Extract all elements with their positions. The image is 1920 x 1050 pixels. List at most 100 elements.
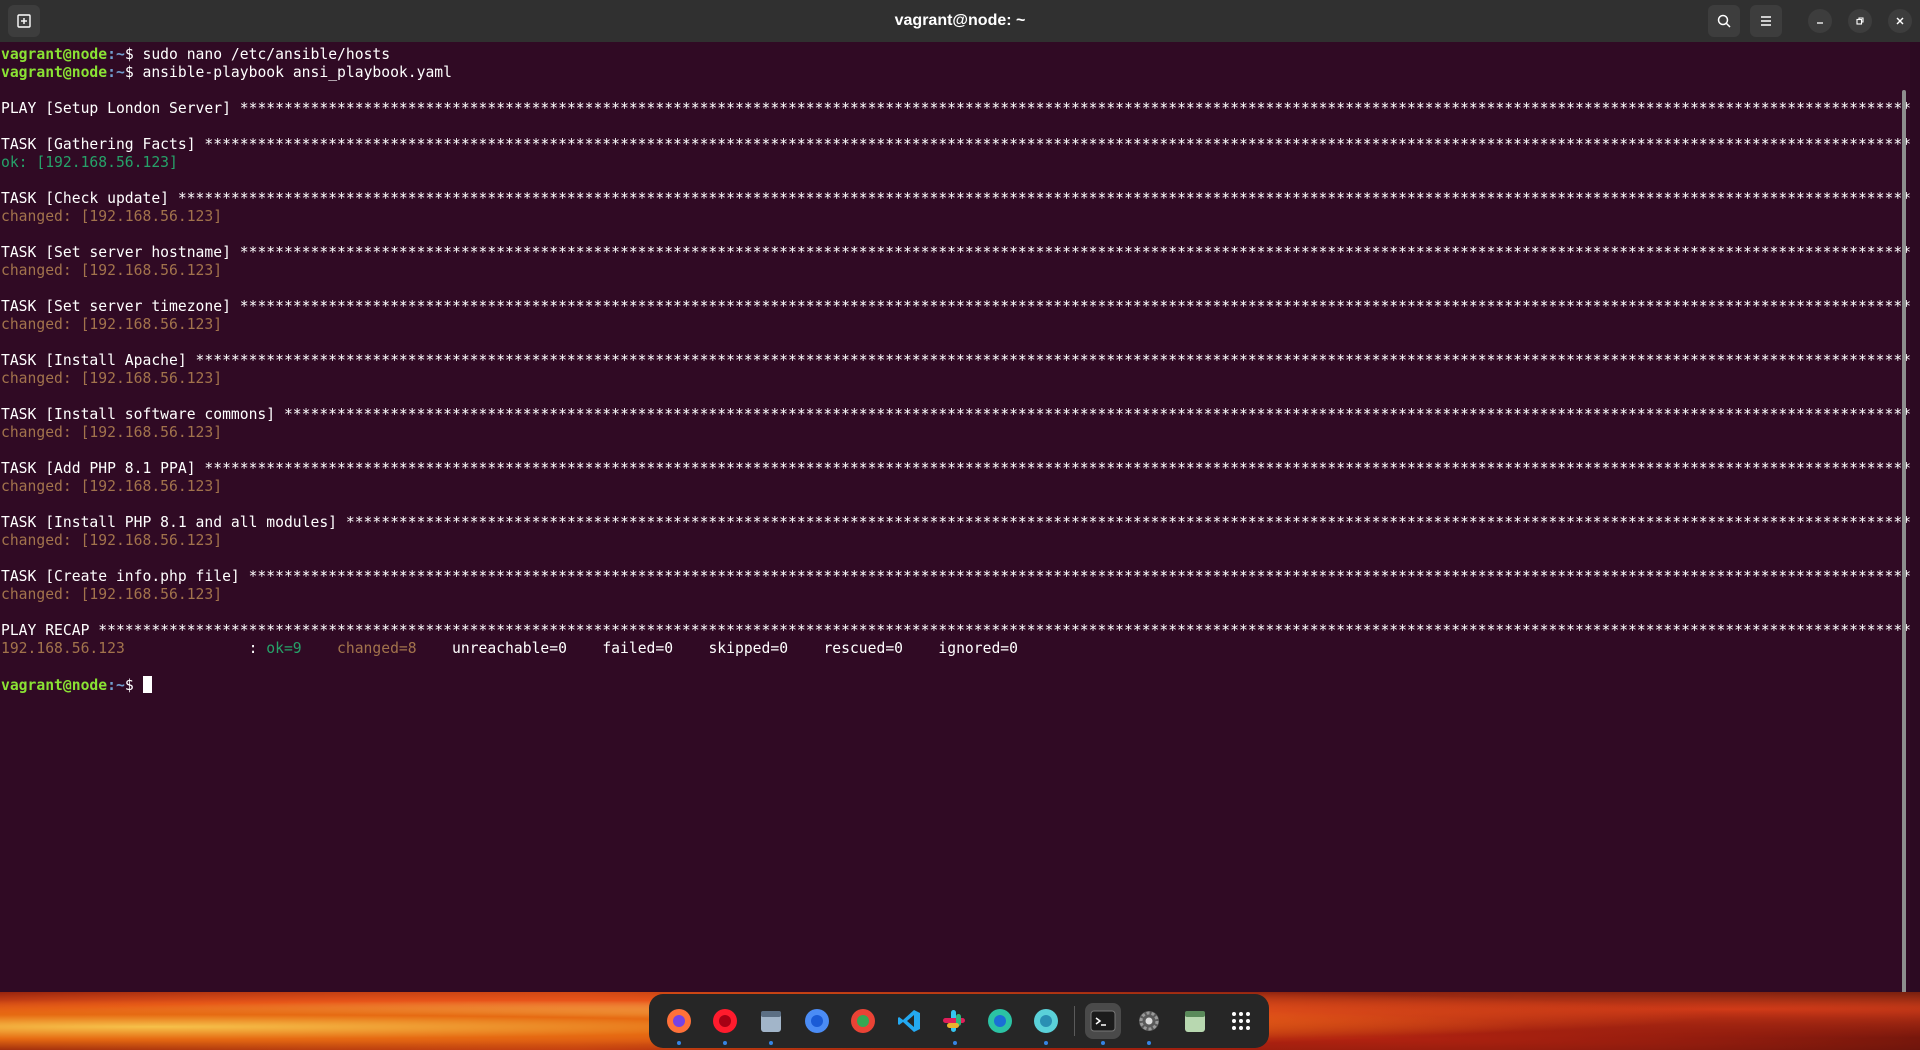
opera-icon bbox=[712, 1008, 738, 1034]
task-header: TASK [Add PHP 8.1 PPA] *****************… bbox=[1, 460, 1910, 478]
dock-item-chrome[interactable] bbox=[845, 1003, 881, 1039]
terminal-view[interactable]: vagrant@node:~$ sudo nano /etc/ansible/h… bbox=[0, 42, 1910, 992]
mail-icon bbox=[1033, 1008, 1059, 1034]
task-result: changed: [192.168.56.123] bbox=[1, 316, 223, 333]
dock-item-trash[interactable] bbox=[1177, 1003, 1213, 1039]
menu-button[interactable] bbox=[1750, 5, 1782, 37]
recap-line: 192.168.56.123 : ok=9 changed=8 unreacha… bbox=[1, 640, 1018, 657]
running-indicator bbox=[768, 1041, 773, 1045]
dock-item-mail[interactable] bbox=[1028, 1003, 1064, 1045]
play-header: PLAY [Setup London Server] *************… bbox=[1, 100, 1910, 118]
task-result: ok: [192.168.56.123] bbox=[1, 154, 178, 171]
running-indicator bbox=[1147, 1041, 1152, 1045]
minimize-button[interactable] bbox=[1808, 9, 1832, 33]
task-result: changed: [192.168.56.123] bbox=[1, 424, 223, 441]
prompt-user: vagrant@node bbox=[1, 64, 108, 81]
prompt-symbol: $ bbox=[124, 46, 143, 63]
restore-button[interactable] bbox=[1848, 9, 1872, 33]
hamburger-menu-icon bbox=[1761, 16, 1771, 26]
prompt-path: :~ bbox=[107, 64, 125, 81]
running-indicator bbox=[1044, 1041, 1049, 1045]
stars-fill: ****************************************… bbox=[239, 100, 1910, 117]
stars-fill: ****************************************… bbox=[177, 190, 1910, 207]
recap-ok: ok=9 bbox=[266, 640, 302, 657]
trash-icon bbox=[1182, 1008, 1208, 1034]
dock bbox=[649, 994, 1269, 1048]
chrome-icon bbox=[850, 1008, 876, 1034]
settings-icon bbox=[1136, 1008, 1162, 1034]
task-header: TASK [Gathering Facts] *****************… bbox=[1, 136, 1910, 154]
recap-host: 192.168.56.123 bbox=[1, 640, 125, 657]
chromium-icon bbox=[804, 1008, 830, 1034]
dock-item-firefox[interactable] bbox=[661, 1003, 697, 1045]
app-grid-icon bbox=[1226, 1006, 1256, 1036]
stars-fill: ****************************************… bbox=[248, 568, 1910, 585]
task-result: changed: [192.168.56.123] bbox=[1, 370, 223, 387]
command-line: vagrant@node:~$ sudo nano /etc/ansible/h… bbox=[1, 46, 1910, 64]
edge-icon bbox=[987, 1008, 1013, 1034]
stars-fill: ****************************************… bbox=[239, 298, 1910, 315]
prompt-symbol: $ bbox=[124, 677, 143, 694]
prompt-path: :~ bbox=[107, 46, 125, 63]
dock-item-settings[interactable] bbox=[1131, 1003, 1167, 1045]
command-text: sudo nano /etc/ansible/hosts bbox=[142, 46, 391, 63]
command-line: vagrant@node:~$ ansible-playbook ansi_pl… bbox=[1, 64, 1910, 82]
current-prompt-line: vagrant@node:~$ bbox=[1, 676, 1910, 694]
task-result: changed: [192.168.56.123] bbox=[1, 586, 223, 603]
new-tab-icon bbox=[17, 14, 31, 28]
dock-item-files[interactable] bbox=[753, 1003, 789, 1045]
prompt-user: vagrant@node bbox=[1, 677, 108, 694]
stars-fill: ****************************************… bbox=[204, 136, 1910, 153]
task-result: changed: [192.168.56.123] bbox=[1, 478, 223, 495]
dock-item-slack[interactable] bbox=[937, 1003, 973, 1045]
recap-failed: failed=0 bbox=[602, 640, 674, 657]
task-header: TASK [Install Apache] ******************… bbox=[1, 352, 1910, 370]
close-icon bbox=[1896, 17, 1904, 25]
running-indicator bbox=[722, 1041, 727, 1045]
prompt-path: :~ bbox=[107, 677, 125, 694]
task-header: TASK [Install PHP 8.1 and all modules] *… bbox=[1, 514, 1910, 532]
task-header: TASK [Install software commons] ********… bbox=[1, 406, 1910, 424]
recap-rescued: rescued=0 bbox=[823, 640, 904, 657]
search-button[interactable] bbox=[1708, 5, 1740, 37]
recap-changed: changed=8 bbox=[337, 640, 417, 657]
running-indicator bbox=[1101, 1041, 1106, 1045]
terminal-scrollbar[interactable] bbox=[1902, 90, 1906, 992]
dock-item-app-grid[interactable] bbox=[1223, 1003, 1259, 1039]
prompt-user: vagrant@node bbox=[1, 46, 108, 63]
dock-separator bbox=[1074, 1006, 1076, 1036]
task-header: TASK [Set server timezone] *************… bbox=[1, 298, 1910, 316]
dock-item-opera[interactable] bbox=[707, 1003, 743, 1045]
task-result: changed: [192.168.56.123] bbox=[1, 208, 223, 225]
close-button[interactable] bbox=[1888, 9, 1912, 33]
recap-ignored: ignored=0 bbox=[938, 640, 1018, 657]
window-title: vagrant@node: ~ bbox=[894, 12, 1026, 29]
task-header: TASK [Set server hostname] *************… bbox=[1, 244, 1910, 262]
terminal-icon bbox=[1090, 1008, 1116, 1034]
vscode-icon bbox=[896, 1008, 922, 1034]
task-result: changed: [192.168.56.123] bbox=[1, 262, 223, 279]
terminal-output: vagrant@node:~$ sudo nano /etc/ansible/h… bbox=[0, 42, 1910, 694]
recap-unreachable: unreachable=0 bbox=[452, 640, 567, 657]
task-result: changed: [192.168.56.123] bbox=[1, 532, 223, 549]
task-list: TASK [Gathering Facts] *****************… bbox=[1, 136, 1910, 622]
files-icon bbox=[758, 1008, 784, 1034]
new-tab-button[interactable] bbox=[8, 5, 40, 37]
stars-fill: ****************************************… bbox=[98, 622, 1910, 639]
recap-skipped: skipped=0 bbox=[708, 640, 789, 657]
stars-fill: ****************************************… bbox=[195, 352, 1910, 369]
dock-item-edge[interactable] bbox=[982, 1003, 1018, 1039]
command-text: ansible-playbook ansi_playbook.yaml bbox=[142, 64, 453, 81]
task-header: TASK [Create info.php file] ************… bbox=[1, 568, 1910, 586]
task-header: TASK [Check update] ********************… bbox=[1, 190, 1910, 208]
stars-fill: ****************************************… bbox=[204, 460, 1910, 477]
dock-item-chromium[interactable] bbox=[799, 1003, 835, 1039]
dock-item-terminal[interactable] bbox=[1085, 1003, 1122, 1045]
stars-fill: ****************************************… bbox=[239, 244, 1910, 261]
running-indicator bbox=[677, 1041, 681, 1045]
running-indicator bbox=[952, 1041, 957, 1045]
stars-fill: ****************************************… bbox=[283, 406, 1910, 423]
text-cursor bbox=[142, 676, 152, 693]
recap-header: PLAY RECAP *****************************… bbox=[1, 622, 1910, 640]
dock-item-vscode[interactable] bbox=[891, 1003, 927, 1039]
